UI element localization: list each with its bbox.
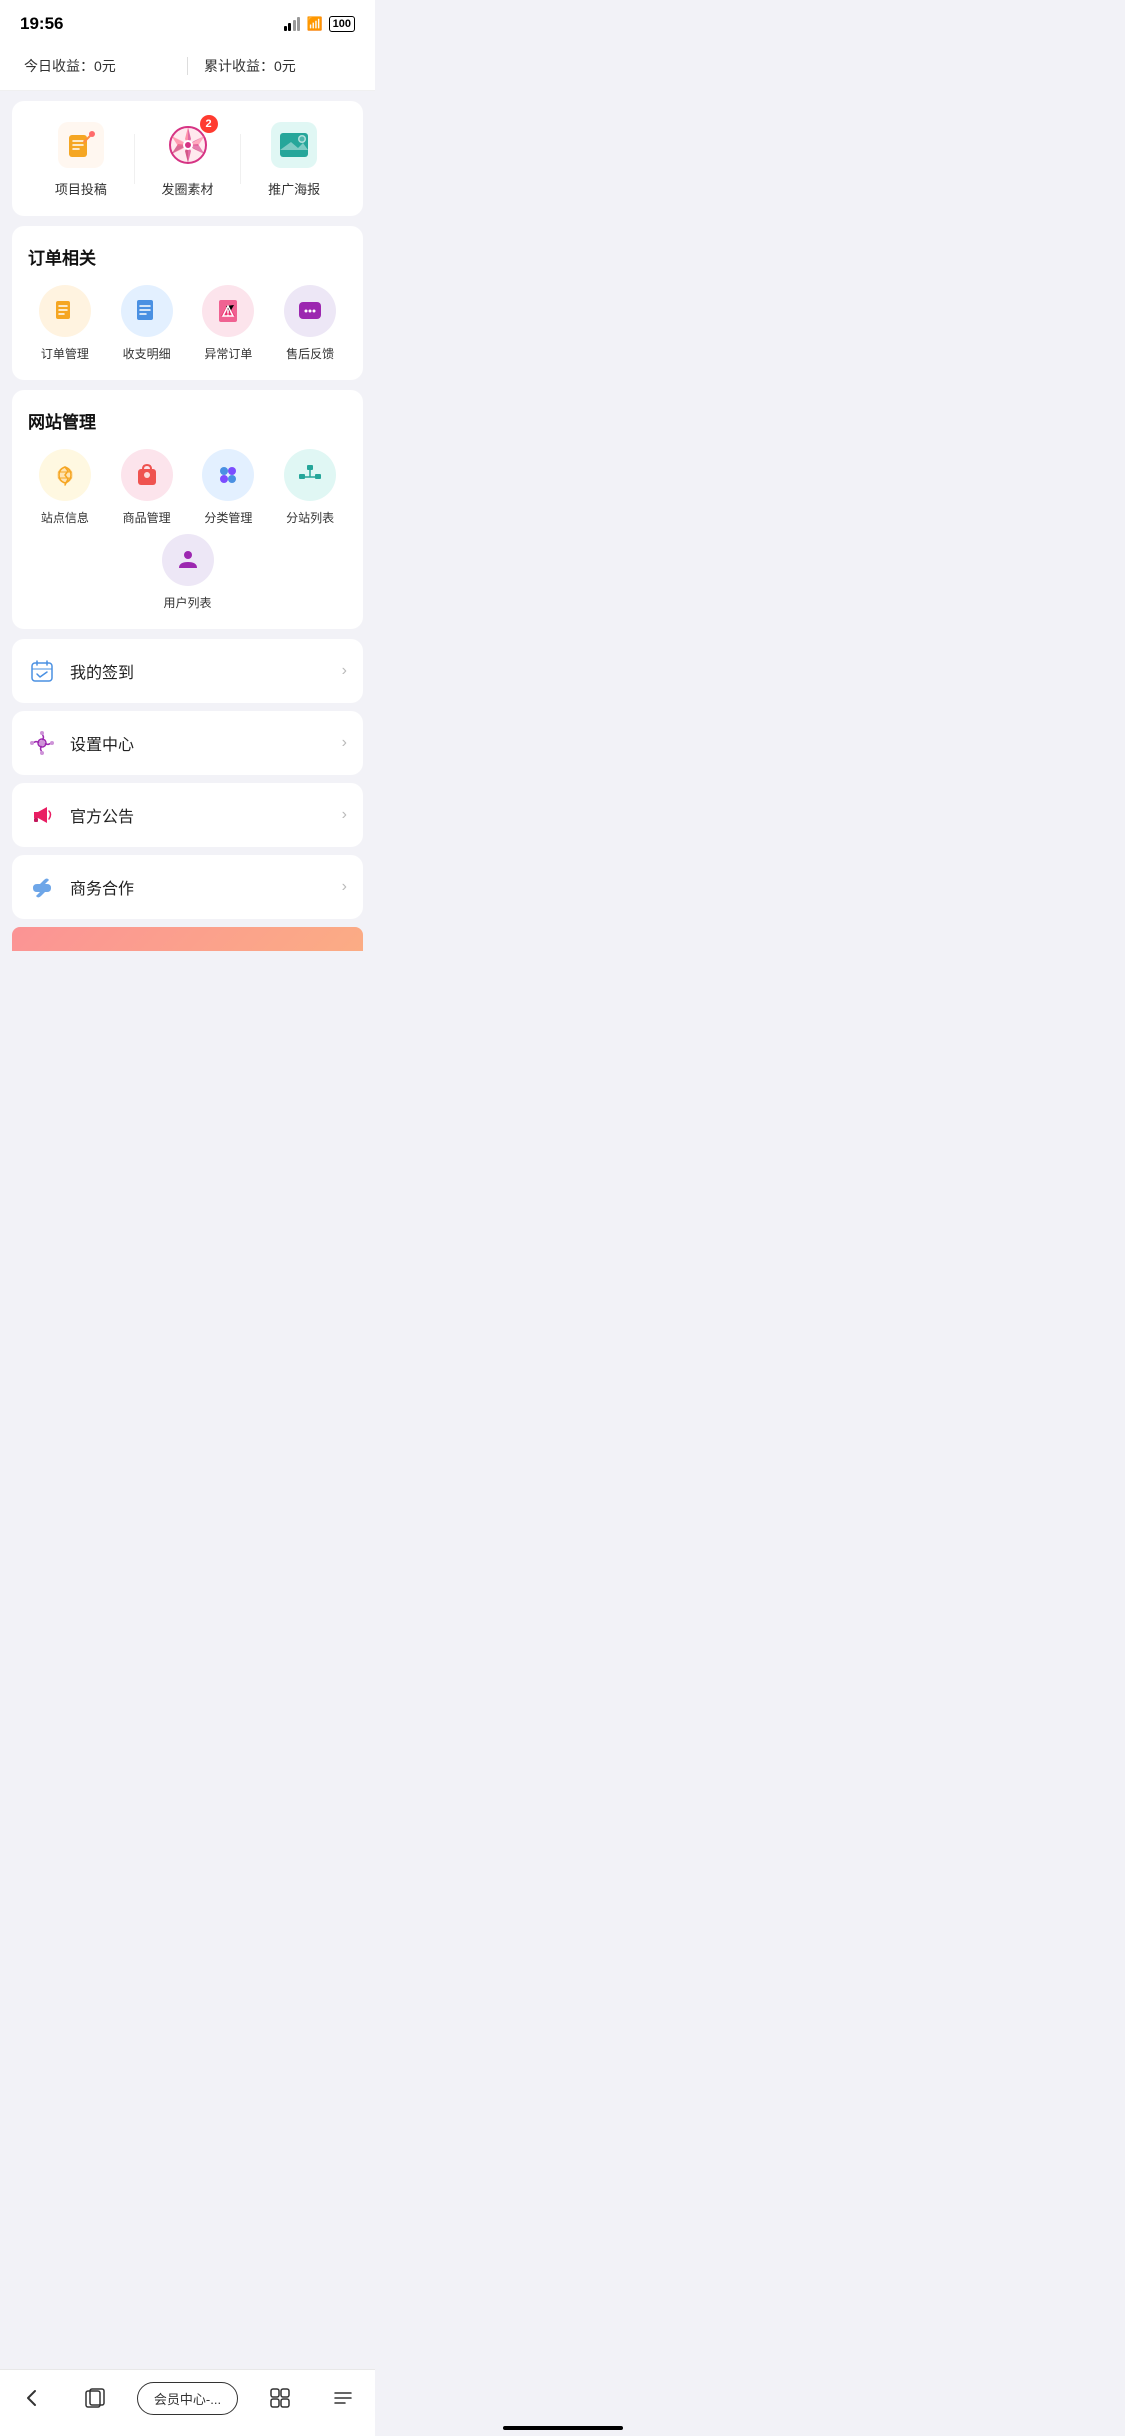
status-icons: 📶 100: [284, 16, 355, 32]
after-sale-icon: [284, 285, 336, 337]
tabs-button[interactable]: [73, 2380, 117, 2416]
menu-button[interactable]: [321, 2380, 365, 2416]
order-manage-icon: [39, 285, 91, 337]
order-section-title: 订单相关: [28, 244, 347, 269]
cooperation-label: 商务合作: [70, 875, 328, 899]
announcement-item[interactable]: 官方公告 ›: [12, 783, 363, 847]
settings-chevron: ›: [342, 734, 347, 752]
checkin-item[interactable]: 我的签到 ›: [12, 639, 363, 703]
back-button[interactable]: [10, 2380, 54, 2416]
poster-label: 推广海报: [268, 179, 320, 198]
category-manage-label: 分类管理: [204, 509, 252, 526]
order-manage-item[interactable]: 订单管理: [28, 285, 102, 362]
project-icon-wrap: [55, 119, 107, 171]
center-tab-button[interactable]: 会员中心-...: [137, 2382, 238, 2415]
settings-item[interactable]: 设置中心 ›: [12, 711, 363, 775]
earnings-bar: 今日收益：0元 累计收益：0元: [0, 42, 375, 91]
site-section-title: 网站管理: [28, 408, 347, 433]
income-detail-label: 收支明细: [123, 345, 171, 362]
subsite-list-icon: [284, 449, 336, 501]
subsite-list-label: 分站列表: [286, 509, 334, 526]
after-sale-item[interactable]: 售后反馈: [273, 285, 347, 362]
project-label: 项目投稿: [55, 179, 107, 198]
product-manage-label: 商品管理: [123, 509, 171, 526]
today-value: 0元: [94, 58, 116, 74]
after-sale-label: 售后反馈: [286, 345, 334, 362]
apps-button[interactable]: [258, 2380, 302, 2416]
product-manage-icon: [121, 449, 173, 501]
site-card: 网站管理 站点信息: [12, 390, 363, 629]
action-project[interactable]: 项目投稿: [28, 119, 134, 198]
income-detail-icon: [121, 285, 173, 337]
today-label: 今日收益：: [24, 58, 94, 74]
signal-icon: [284, 17, 301, 31]
settings-icon: [28, 729, 56, 757]
cooperation-icon: [28, 873, 56, 901]
quick-actions-grid: 项目投稿: [28, 119, 347, 198]
order-manage-label: 订单管理: [41, 345, 89, 362]
action-moments[interactable]: 2 发圈素材: [135, 119, 241, 198]
cooperation-chevron: ›: [342, 878, 347, 896]
income-detail-item[interactable]: 收支明细: [110, 285, 184, 362]
category-manage-item[interactable]: 分类管理: [192, 449, 266, 526]
poster-icon: [271, 122, 317, 168]
checkin-icon: [28, 657, 56, 685]
home-indicator: [503, 2426, 623, 2430]
category-manage-icon: [202, 449, 254, 501]
site-grid: 站点信息 商品管理: [28, 449, 347, 611]
moments-badge: 2: [200, 115, 218, 133]
moments-icon-wrap: 2: [162, 119, 214, 171]
total-earnings: 累计收益：0元: [204, 56, 351, 76]
site-info-item[interactable]: 站点信息: [28, 449, 102, 526]
bottom-bar: 会员中心-...: [0, 2369, 375, 2436]
user-list-icon: [162, 534, 214, 586]
total-label: 累计收益：: [204, 58, 274, 74]
subsite-list-item[interactable]: 分站列表: [273, 449, 347, 526]
announcement-chevron: ›: [342, 806, 347, 824]
today-earnings: 今日收益：0元: [24, 56, 171, 76]
order-card: 订单相关 订单管理: [12, 226, 363, 380]
announcement-icon: [28, 801, 56, 829]
wifi-icon: 📶: [306, 16, 322, 32]
cooperation-item[interactable]: 商务合作 ›: [12, 855, 363, 919]
moments-label: 发圈素材: [162, 179, 214, 198]
checkin-chevron: ›: [342, 662, 347, 680]
time-display: 19:56: [20, 14, 63, 34]
product-manage-item[interactable]: 商品管理: [110, 449, 184, 526]
partial-banner: [12, 927, 363, 951]
site-info-icon: [39, 449, 91, 501]
site-info-label: 站点信息: [41, 509, 89, 526]
action-poster[interactable]: 推广海报: [241, 119, 347, 198]
battery-icon: 100: [329, 16, 355, 32]
quick-actions-card: 项目投稿: [12, 101, 363, 216]
abnormal-order-icon: [202, 285, 254, 337]
project-icon: [58, 122, 104, 168]
abnormal-order-label: 异常订单: [204, 345, 252, 362]
abnormal-order-item[interactable]: 异常订单: [192, 285, 266, 362]
poster-icon-wrap: [268, 119, 320, 171]
order-grid: 订单管理 收支明细: [28, 285, 347, 362]
user-list-item[interactable]: 用户列表: [28, 534, 347, 611]
total-value: 0元: [274, 58, 296, 74]
status-bar: 19:56 📶 100: [0, 0, 375, 42]
earnings-divider: [187, 57, 188, 75]
announcement-label: 官方公告: [70, 803, 328, 827]
settings-label: 设置中心: [70, 731, 328, 755]
user-list-label: 用户列表: [163, 594, 211, 611]
checkin-label: 我的签到: [70, 659, 328, 683]
